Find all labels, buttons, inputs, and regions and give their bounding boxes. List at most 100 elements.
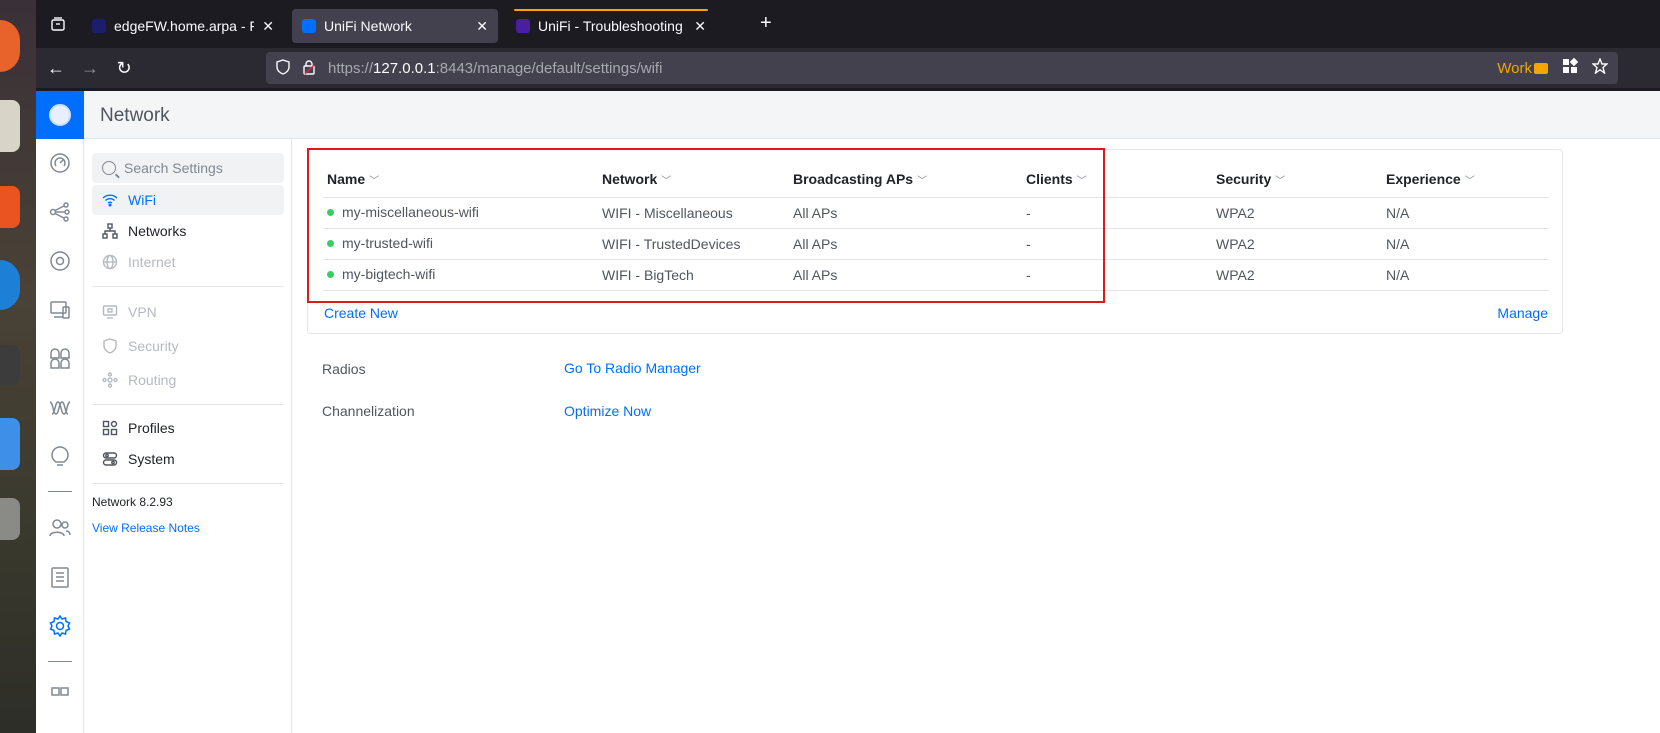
experience-cell: N/A [1386, 236, 1410, 252]
table-row[interactable]: my-miscellaneous-wifi WIFI - Miscellaneo… [323, 198, 1549, 229]
firefox-dock-icon[interactable] [0, 20, 20, 72]
radios-label: Radios [322, 361, 366, 377]
tab-overview-icon[interactable] [44, 10, 72, 38]
unifi-favicon-icon [302, 19, 316, 33]
sidebar-item-networks[interactable]: Networks [92, 216, 284, 246]
help-dock-icon[interactable] [0, 260, 20, 310]
reload-icon[interactable]: ↻ [112, 56, 136, 80]
search-settings-input[interactable]: Search Settings [92, 153, 284, 183]
chevron-down-icon: ﹀ [369, 176, 380, 187]
column-label: Broadcasting APs [793, 171, 914, 187]
bookmark-star-icon[interactable] [1591, 57, 1609, 78]
security-cell: WPA2 [1216, 236, 1255, 252]
manage-link[interactable]: Manage [1497, 305, 1548, 321]
column-header-network[interactable]: Network ﹀ [602, 171, 671, 187]
dashboard-icon[interactable] [48, 151, 72, 175]
shield-icon[interactable] [276, 58, 290, 78]
table-row[interactable]: my-bigtech-wifi WIFI - BigTech All APs -… [323, 260, 1549, 291]
sidebar-item-internet[interactable]: Internet [92, 247, 284, 277]
settings-sidebar: Search Settings WiFi Networks Internet V… [84, 139, 292, 733]
edgefw-favicon-icon [92, 19, 106, 33]
network-cell: WIFI - Miscellaneous [602, 205, 733, 221]
apps-icon[interactable] [48, 347, 72, 371]
shield-icon [102, 338, 118, 354]
experience-cell: N/A [1386, 205, 1410, 221]
networks-icon [102, 223, 118, 239]
logs-icon[interactable] [48, 565, 72, 589]
wifi-name-cell: my-miscellaneous-wifi [327, 204, 479, 220]
grid-icon[interactable] [48, 684, 72, 708]
admins-icon[interactable] [48, 516, 72, 540]
sidebar-item-wifi[interactable]: WiFi [92, 185, 284, 215]
status-dot [327, 270, 334, 278]
rail-divider [48, 661, 72, 662]
radio-manager-link[interactable]: Go To Radio Manager [564, 360, 701, 376]
nav-bar: ← → ↻ https://127.0.0.1:8443/manage/defa… [36, 48, 1660, 88]
column-header-security[interactable]: Security ﹀ [1216, 171, 1285, 187]
extensions-icon[interactable] [1562, 57, 1579, 78]
column-header-experience[interactable]: Experience ﹀ [1386, 171, 1475, 187]
drive-dock-icon[interactable] [0, 498, 20, 540]
close-icon[interactable]: ✕ [262, 18, 274, 35]
container-indicator [514, 9, 708, 11]
tab-title: edgeFW.home.arpa - Firewall [114, 18, 255, 34]
settings-gear-icon[interactable] [48, 614, 72, 638]
column-header-broadcasting-aps[interactable]: Broadcasting APs ﹀ [793, 171, 927, 187]
channelization-label: Channelization [322, 403, 415, 419]
aps-cell: All APs [793, 236, 838, 252]
optimize-now-link[interactable]: Optimize Now [564, 403, 651, 419]
url-bar[interactable]: https://127.0.0.1:8443/manage/default/se… [266, 52, 1618, 84]
new-tab-icon[interactable]: + [760, 12, 772, 35]
app-header: Network [36, 91, 1660, 139]
rail-divider [48, 491, 72, 492]
unifi-logo-icon[interactable] [36, 91, 84, 139]
search-placeholder: Search Settings [124, 160, 223, 176]
column-label: Network [602, 171, 658, 187]
tab-edgefw[interactable]: edgeFW.home.arpa - Firewall ✕ [82, 9, 284, 43]
aps-cell: All APs [793, 205, 838, 221]
sidebar-item-profiles[interactable]: Profiles [92, 413, 284, 443]
back-icon[interactable]: ← [44, 56, 68, 80]
clients-icon[interactable] [48, 298, 72, 322]
url-scheme: https:// [328, 59, 374, 77]
add-dock-icon[interactable] [0, 418, 20, 470]
wifi-settings-content: Name ﹀ Network ﹀ Broadcasting APs ﹀ Clients… [292, 139, 1660, 733]
lock-icon[interactable] [302, 59, 316, 78]
sidebar-divider [92, 404, 284, 405]
sidebar-item-system[interactable]: System [92, 444, 284, 474]
statistics-icon[interactable] [48, 396, 72, 420]
wifi-name: my-trusted-wifi [342, 235, 434, 251]
experience-cell: N/A [1386, 267, 1410, 283]
globe-icon [102, 254, 118, 270]
security-cell: WPA2 [1216, 205, 1255, 221]
terminal-dock-icon[interactable] [0, 345, 20, 385]
clients-cell: - [1026, 236, 1031, 252]
sidebar-item-routing[interactable]: Routing [92, 365, 284, 395]
search-icon [102, 161, 116, 175]
close-icon[interactable]: ✕ [476, 18, 488, 35]
create-new-link[interactable]: Create New [324, 305, 398, 321]
files-dock-icon[interactable] [0, 100, 20, 152]
tab-unifi-network[interactable]: UniFi Network ✕ [292, 9, 498, 43]
sidebar-item-label: Routing [128, 372, 177, 388]
table-row[interactable]: my-trusted-wifi WIFI - TrustedDevices Al… [323, 229, 1549, 260]
close-icon[interactable]: ✕ [694, 18, 706, 35]
wifi-networks-card: Name ﹀ Network ﹀ Broadcasting APs ﹀ Clients… [307, 148, 1563, 334]
network-cell: WIFI - TrustedDevices [602, 236, 741, 252]
sidebar-item-vpn[interactable]: VPN [92, 297, 284, 327]
column-header-name[interactable]: Name ﹀ [327, 171, 379, 187]
tab-unifi-troubleshooting[interactable]: UniFi - Troubleshooting UniFi ✕ [506, 9, 716, 43]
insights-icon[interactable] [48, 445, 72, 469]
sidebar-item-label: Networks [128, 223, 187, 239]
briefcase-icon [1534, 62, 1548, 74]
sidebar-item-label: Security [128, 338, 179, 354]
container-label[interactable]: Work [1497, 60, 1532, 77]
software-dock-icon[interactable] [0, 186, 20, 228]
sidebar-divider [92, 483, 284, 484]
devices-icon[interactable] [48, 249, 72, 273]
forward-icon[interactable]: → [78, 56, 102, 80]
release-notes-link[interactable]: View Release Notes [92, 521, 200, 535]
sidebar-item-security[interactable]: Security [92, 331, 284, 361]
column-header-clients[interactable]: Clients ﹀ [1026, 171, 1087, 187]
topology-icon[interactable] [48, 200, 72, 224]
